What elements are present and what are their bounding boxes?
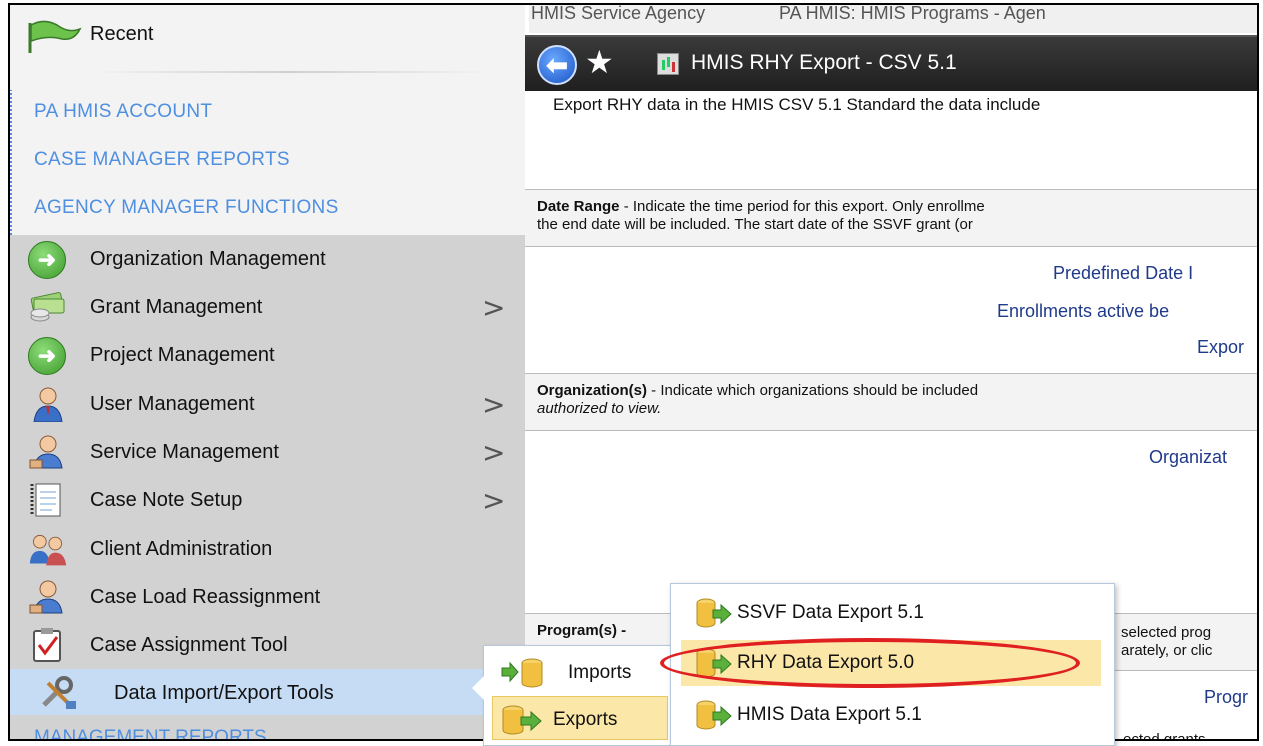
- date-range-help: Date Range - Indicate the time period fo…: [537, 198, 985, 216]
- database-export-icon: [502, 705, 542, 735]
- users-icon: [29, 534, 67, 566]
- breadcrumb: HMIS Service Agency PA HMIS: HMIS Progra…: [529, 5, 1257, 33]
- divider: [90, 71, 490, 73]
- menu-item-case-assignment-tool[interactable]: Case Assignment Tool: [10, 621, 525, 669]
- enrollments-active-label: Enrollments active be: [997, 301, 1170, 321]
- ssvf-export-label: SSVF Data Export 5.1: [737, 602, 924, 623]
- link-agency-manager-functions[interactable]: AGENCY MANAGER FUNCTIONS: [34, 197, 339, 219]
- flyout-pointer: [472, 676, 484, 700]
- favorite-star-icon[interactable]: ★: [585, 43, 614, 81]
- database-import-icon: [501, 658, 543, 688]
- imports-label: Imports: [568, 662, 632, 683]
- breadcrumb-agency[interactable]: HMIS Service Agency: [531, 5, 705, 24]
- chevron-right-icon: >: [482, 436, 506, 469]
- programs-help: Program(s) -: [537, 622, 626, 640]
- menu-item-case-note-setup[interactable]: Case Note Setup >: [10, 476, 525, 524]
- organizations-help-line1: - Indicate which organizations should be…: [647, 382, 979, 399]
- date-range-section-header: Date Range - Indicate the time period fo…: [525, 189, 1257, 247]
- menu-item-organization-management[interactable]: ➜ Organization Management: [10, 235, 525, 283]
- breadcrumb-program[interactable]: PA HMIS: HMIS Programs - Agen: [779, 5, 1046, 24]
- export-label: Expor: [1197, 337, 1245, 357]
- menu-item-grant-management[interactable]: Grant Management >: [10, 283, 525, 331]
- menu-item-service-management[interactable]: Service Management >: [10, 428, 525, 476]
- programs-help-line1: selected prog: [1121, 624, 1212, 641]
- green-arrow-icon: ➜: [28, 241, 68, 279]
- service-user-icon: [29, 580, 63, 614]
- recent-label: Recent: [90, 23, 154, 45]
- page-title: HMIS RHY Export - CSV 5.1: [691, 51, 957, 74]
- menu-item-exports[interactable]: Exports: [492, 696, 668, 740]
- user-icon: [33, 387, 63, 422]
- link-case-manager-reports[interactable]: CASE MANAGER REPORTS: [34, 149, 290, 171]
- agency-manager-menu: ➜ Organization Management Grant Manageme…: [10, 235, 525, 739]
- page-description: Export RHY data in the HMIS CSV 5.1 Stan…: [553, 95, 1041, 114]
- menu-item-data-import-export-tools[interactable]: Data Import/Export Tools: [10, 669, 525, 715]
- menu-item-label: Organization Management: [90, 248, 326, 270]
- predefined-date-label: Predefined Date I: [1053, 263, 1194, 283]
- organizations-help: Organization(s) - Indicate which organiz…: [537, 382, 978, 400]
- menu-item-project-management[interactable]: ➜ Project Management: [10, 331, 525, 379]
- menu-item-hmis-data-export[interactable]: HMIS Data Export 5.1: [681, 692, 1101, 738]
- menu-item-label: Case Note Setup: [90, 489, 243, 511]
- hmis-export-label: HMIS Data Export 5.1: [737, 704, 922, 725]
- tools-icon: [42, 676, 76, 709]
- import-export-flyout: Imports Exports: [472, 645, 673, 746]
- programs-heading: Program(s) -: [537, 622, 627, 639]
- date-range-heading: Date Range: [537, 198, 620, 215]
- chevron-right-icon: >: [482, 291, 506, 324]
- menu-item-ssvf-data-export[interactable]: SSVF Data Export 5.1: [681, 590, 1101, 636]
- menu-item-label: Client Administration: [90, 538, 273, 560]
- chevron-right-icon: >: [482, 484, 506, 517]
- money-icon: [30, 292, 65, 322]
- database-export-icon: [696, 700, 732, 730]
- green-arrow-icon: ➜: [28, 337, 68, 375]
- flag-icon: [28, 20, 82, 53]
- back-button[interactable]: ⬅: [537, 45, 577, 85]
- link-pa-hmis-account[interactable]: PA HMIS ACCOUNT: [34, 101, 212, 123]
- programs-help-line2: arately, or clic: [1121, 642, 1213, 659]
- link-management-reports[interactable]: MANAGEMENT REPORTS: [34, 727, 267, 739]
- notepad-icon: [30, 483, 61, 517]
- menu-item-case-load-reassignment[interactable]: Case Load Reassignment: [10, 573, 525, 621]
- menu-item-label: Data Import/Export Tools: [114, 682, 334, 704]
- organizations-section-header: Organization(s) - Indicate which organiz…: [525, 373, 1257, 431]
- database-export-icon: [696, 598, 732, 628]
- menu-item-imports[interactable]: Imports: [492, 650, 668, 694]
- organization-field-label: Organizat: [1149, 447, 1228, 467]
- menu-item-label: Grant Management: [90, 296, 263, 318]
- highlight-annotation-oval: [660, 638, 1080, 688]
- menu-item-label: Case Assignment Tool: [90, 634, 288, 656]
- menu-item-client-administration[interactable]: Client Administration: [10, 525, 525, 573]
- date-range-help-line1: - Indicate the time period for this expo…: [619, 198, 985, 215]
- menu-item-label: Service Management: [90, 441, 279, 463]
- menu-item-label: User Management: [90, 393, 255, 415]
- grants-help-text: ected grants.: [1123, 731, 1210, 741]
- menu-item-user-management[interactable]: User Management >: [10, 380, 525, 428]
- menu-item-label: Case Load Reassignment: [90, 586, 321, 608]
- organizations-heading: Organization(s): [537, 382, 648, 399]
- sidebar: Recent PA HMIS ACCOUNT CASE MANAGER REPO…: [10, 5, 525, 739]
- exports-label: Exports: [553, 709, 618, 730]
- page-header: ⬅ ★ HMIS RHY Export - CSV 5.1: [525, 35, 1257, 91]
- organizations-help-line2: authorized to view.: [537, 400, 662, 417]
- back-arrow-icon: ⬅: [546, 49, 568, 80]
- chevron-right-icon: >: [482, 388, 506, 421]
- programs-field-label: Progr: [1204, 687, 1249, 707]
- menu-item-label: Project Management: [90, 344, 275, 366]
- report-chart-icon: [657, 53, 679, 75]
- date-range-help-line2: the end date will be included. The start…: [537, 216, 973, 233]
- service-user-icon: [29, 435, 63, 469]
- clipboard-check-icon: [33, 628, 61, 662]
- recent-section[interactable]: Recent: [10, 5, 525, 90]
